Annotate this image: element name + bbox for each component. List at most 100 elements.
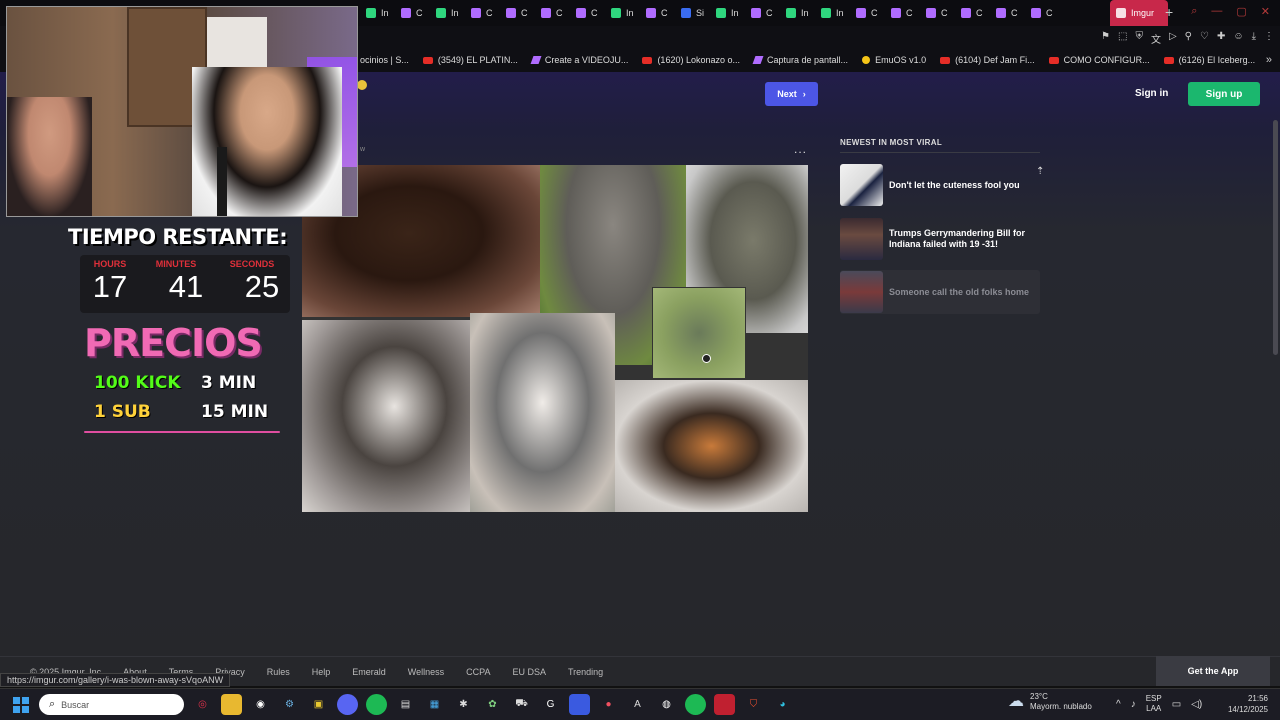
browser-tab[interactable]: C	[885, 0, 920, 26]
sidebar-post[interactable]: Someone call the old folks home	[840, 270, 1040, 314]
footer-link[interactable]: CCPA	[466, 667, 490, 677]
shield-icon[interactable]: ⛨	[1135, 31, 1143, 46]
spotify-icon[interactable]	[685, 694, 706, 715]
footer-link[interactable]: Help	[312, 667, 331, 677]
browser-tab[interactable]: C	[920, 0, 955, 26]
browser-tab[interactable]: C	[570, 0, 605, 26]
sidebar-title: NEWEST IN MOST VIRAL	[840, 138, 942, 147]
imgur-favicon-icon	[1116, 8, 1126, 18]
page-scrollbar[interactable]	[1273, 120, 1278, 355]
footer-link[interactable]: Rules	[267, 667, 290, 677]
car-icon[interactable]: ⛟	[511, 694, 532, 715]
brave-icon[interactable]: ⛉	[743, 694, 764, 715]
menu-icon[interactable]: ⋮	[1264, 31, 1274, 46]
download-icon[interactable]: ⤓	[1252, 31, 1256, 46]
footer-link[interactable]: EU DSA	[512, 667, 546, 677]
sign-in-link[interactable]: Sign in	[1135, 88, 1168, 99]
new-tab-button[interactable]: +	[1165, 4, 1173, 20]
streaming-app-icon[interactable]	[714, 694, 735, 715]
sign-up-button[interactable]: Sign up	[1188, 82, 1260, 106]
taskbar-clock[interactable]: 21:56 14/12/2025	[1218, 693, 1268, 715]
browser-tab[interactable]: In	[605, 0, 640, 26]
browser-tab[interactable]: C	[990, 0, 1025, 26]
close-icon[interactable]: ✕	[1261, 5, 1270, 18]
footer-link[interactable]: Wellness	[408, 667, 444, 677]
extensions-icon[interactable]: ✚	[1217, 31, 1225, 46]
bookmarks-more-icon[interactable]: »	[1266, 54, 1272, 66]
footer-link[interactable]: Emerald	[352, 667, 386, 677]
browser-tab[interactable]: In	[360, 0, 395, 26]
browser-tab[interactable]: C	[745, 0, 780, 26]
bookmark-item[interactable]: (6126) El Iceberg...	[1163, 55, 1255, 65]
imgur-logo-icon[interactable]	[357, 80, 367, 90]
weather-widget[interactable]: ☁ 23°C Mayorm. nublado	[1008, 692, 1092, 712]
browser-tab[interactable]: C	[500, 0, 535, 26]
bookmark-item[interactable]: (3549) EL PLATIN...	[422, 55, 518, 65]
next-button[interactable]: Next ›	[765, 82, 818, 106]
play-icon[interactable]: ▷	[1169, 31, 1177, 46]
browser-tab[interactable]: C	[640, 0, 675, 26]
cat-photo-calico	[615, 380, 808, 512]
browser-tab[interactable]: C	[850, 0, 885, 26]
steam-client-icon[interactable]: ◍	[656, 694, 677, 715]
microphone-icon[interactable]: ♪	[1131, 699, 1136, 710]
notepad-icon[interactable]: ▦	[424, 694, 445, 715]
bookmark-icon[interactable]: ⚑	[1101, 31, 1110, 46]
bitwarden-icon[interactable]	[569, 694, 590, 715]
translate-icon[interactable]: 文	[1151, 31, 1161, 46]
browser-tab[interactable]: C	[465, 0, 500, 26]
minimize-icon[interactable]: —	[1211, 5, 1222, 18]
browser-tab[interactable]: In	[430, 0, 465, 26]
next-label: Next	[777, 89, 797, 99]
tab-imgur-active[interactable]: Imgur	[1110, 0, 1168, 26]
browser-tab[interactable]: In	[710, 0, 745, 26]
obs-icon[interactable]: ◉	[250, 694, 271, 715]
bookmark-item[interactable]: Captura de pantall...	[752, 55, 848, 65]
bookmark-item[interactable]: EmuOS v1.0	[862, 55, 926, 65]
get-app-button[interactable]: Get the App	[1156, 656, 1270, 686]
app-icon[interactable]: A	[627, 694, 648, 715]
shield-app-icon[interactable]: ▣	[308, 694, 329, 715]
discord-icon[interactable]	[337, 694, 358, 715]
language-indicator[interactable]: ESP LAA	[1146, 694, 1162, 714]
browser-tab[interactable]: C	[395, 0, 430, 26]
steam-icon[interactable]: ⚙	[279, 694, 300, 715]
screenshot-icon[interactable]: ⬚	[1118, 31, 1127, 46]
post-image[interactable]	[302, 165, 808, 512]
bookmark-item[interactable]: ocinios | S...	[360, 55, 409, 65]
browser-tab[interactable]: Si	[675, 0, 710, 26]
bookmark-item[interactable]: (6104) Def Jam Fi...	[940, 55, 1035, 65]
post-options-button[interactable]: ...	[794, 142, 807, 156]
taskbar-search[interactable]: ⌕ Buscar	[39, 694, 184, 715]
browser-tab[interactable]: In	[815, 0, 850, 26]
spotify-icon[interactable]	[366, 694, 387, 715]
windows-start-icon[interactable]	[13, 697, 29, 713]
tab-favicon-icon	[786, 8, 796, 18]
browser-tab[interactable]: In	[780, 0, 815, 26]
profile-icon[interactable]: ☺	[1233, 31, 1243, 46]
sidebar-post[interactable]: Trumps Gerrymandering Bill for Indiana f…	[840, 217, 1040, 261]
chat-app-icon[interactable]: ●	[598, 694, 619, 715]
search-tabs-icon[interactable]: ⌕	[1191, 5, 1197, 18]
app-icon[interactable]: ▤	[395, 694, 416, 715]
bug-icon[interactable]: ✿	[482, 694, 503, 715]
opera-gx-icon[interactable]: ◎	[192, 694, 213, 715]
browser-tab[interactable]: C	[955, 0, 990, 26]
sidebar-post[interactable]: Don't let the cuteness fool you	[840, 163, 1040, 207]
browser-tab[interactable]: C	[1025, 0, 1060, 26]
display-icon[interactable]: ▭	[1172, 699, 1181, 710]
bookmark-item[interactable]: (1620) Lokonazo o...	[642, 55, 740, 65]
chevron-up-icon[interactable]: ^	[1116, 699, 1121, 710]
globe-icon[interactable]: ◕	[772, 694, 793, 715]
spider-icon[interactable]: ✱	[453, 694, 474, 715]
volume-icon[interactable]: ◁)	[1191, 699, 1202, 710]
bookmark-item[interactable]: Create a VIDEOJU...	[530, 55, 628, 65]
file-explorer-icon[interactable]	[221, 694, 242, 715]
heart-icon[interactable]: ♡	[1200, 31, 1209, 46]
browser-tab[interactable]: C	[535, 0, 570, 26]
bookmark-item[interactable]: COMO CONFIGUR...	[1048, 55, 1150, 65]
footer-link[interactable]: Trending	[568, 667, 603, 677]
logitech-icon[interactable]: G	[540, 694, 561, 715]
pin-icon[interactable]: ⚲	[1185, 31, 1192, 46]
maximize-icon[interactable]: ▢	[1236, 5, 1246, 18]
